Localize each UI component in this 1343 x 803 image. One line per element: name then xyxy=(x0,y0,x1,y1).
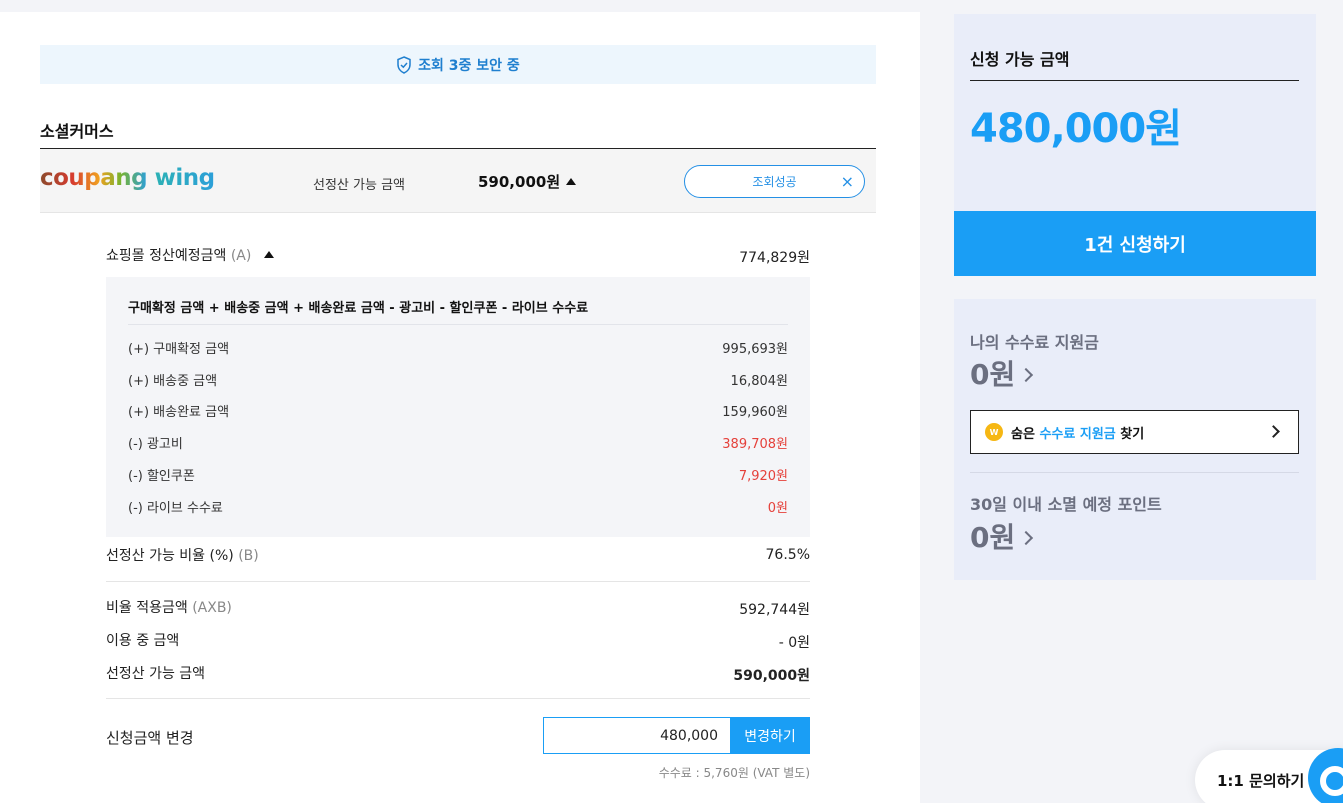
caret-up-icon[interactable] xyxy=(566,178,577,185)
available-amount-value: 590,000원 xyxy=(478,173,561,191)
apply-available-label: 신청 가능 금액 xyxy=(970,50,1070,69)
breakdown-label: (+) 배송중 금액 xyxy=(128,374,218,389)
divider xyxy=(106,581,810,582)
settlement-value: 774,829원 xyxy=(739,250,810,266)
apply-summary-card: 신청 가능 금액 480,000원 1건 신청하기 xyxy=(954,14,1316,276)
security-text: 조회 3중 보안 중 xyxy=(418,57,520,74)
breakdown-row: (+) 배송중 금액 16,804원 xyxy=(128,370,788,389)
chevron-right-icon xyxy=(1267,425,1280,438)
applied-suffix: (AXB) xyxy=(192,600,232,616)
fee-support-label: 나의 수수료 지원금 xyxy=(970,333,1099,352)
applied-row: 비율 적용금액 (AXB) 592,744원 xyxy=(106,597,810,618)
hidden-text-highlight: 수수료 지원금 xyxy=(1039,426,1116,442)
section-title: 소셜커머스 xyxy=(40,122,114,141)
breakdown-value: 7,920원 xyxy=(738,469,788,484)
hidden-text-post: 찾기 xyxy=(1115,426,1145,442)
fee-note: 수수료 : 5,760원 (VAT 별도) xyxy=(658,766,810,780)
breakdown-value: 995,693원 xyxy=(722,342,788,357)
breakdown-label: (-) 할인쿠폰 xyxy=(128,469,195,484)
breakdown-row: (+) 배송완료 금액 159,960원 xyxy=(128,401,788,420)
fee-support-amount: 0원 xyxy=(970,358,1016,391)
change-amount-input[interactable] xyxy=(543,717,730,754)
breakdown-row: (-) 광고비 389,708원 xyxy=(128,433,788,452)
apply-button[interactable]: 1건 신청하기 xyxy=(954,211,1316,276)
main-panel: 조회 3중 보안 중 소셜커머스 coupang wing 선정산 가능 금액 … xyxy=(0,12,920,803)
ratio-suffix: (B) xyxy=(238,548,259,564)
expiring-points-label: 30일 이내 소멸 예정 포인트 xyxy=(970,495,1162,514)
coupang-wing-logo: coupang wing xyxy=(40,165,215,191)
breakdown-divider xyxy=(128,324,788,325)
hidden-text-pre: 숨은 xyxy=(1011,426,1040,442)
shield-check-icon xyxy=(397,55,411,74)
inquiry-label: 1:1 문의하기 xyxy=(1217,771,1305,790)
breakdown-value: 0원 xyxy=(767,501,788,516)
change-amount-label: 신청금액 변경 xyxy=(106,729,194,747)
coin-icon: W xyxy=(985,423,1003,441)
chevron-right-icon[interactable] xyxy=(1019,530,1034,546)
breakdown-value: 16,804원 xyxy=(730,374,788,389)
ratio-row: 선정산 가능 비율 (%) (B) 76.5% xyxy=(106,545,810,565)
apply-available-amount: 480,000원 xyxy=(970,106,1182,152)
settlement-row: 쇼핑몰 정산예정금액 (A) 774,829원 xyxy=(106,245,810,266)
applied-label: 비율 적용금액 xyxy=(106,600,188,616)
inuse-label: 이용 중 금액 xyxy=(106,633,180,649)
final-label: 선정산 가능 금액 xyxy=(106,666,206,682)
breakdown-value: 389,708원 xyxy=(722,437,788,452)
seller-row: coupang wing 선정산 가능 금액 590,000원 조회성공 × xyxy=(40,148,876,213)
breakdown-label: (+) 배송완료 금액 xyxy=(128,405,230,420)
breakdown-label: (+) 구매확정 금액 xyxy=(128,342,230,357)
chevron-right-icon[interactable] xyxy=(1019,367,1034,383)
inuse-value: - 0원 xyxy=(778,635,810,651)
inuse-row: 이용 중 금액 - 0원 xyxy=(106,630,810,651)
breakdown-formula: 구매확정 금액 + 배송중 금액 + 배송완료 금액 - 광고비 - 할인쿠폰 … xyxy=(128,301,589,316)
logo-part-coupang: coupang xyxy=(40,165,148,191)
divider xyxy=(970,472,1299,473)
status-pill[interactable]: 조회성공 × xyxy=(684,165,865,198)
expiring-points-value[interactable]: 0원 xyxy=(970,516,1034,556)
final-row: 선정산 가능 금액 590,000원 xyxy=(106,663,810,684)
fee-support-value[interactable]: 0원 xyxy=(970,353,1034,393)
change-button[interactable]: 변경하기 xyxy=(730,717,810,754)
hidden-fee-support-button[interactable]: W 숨은 수수료 지원금 찾기 xyxy=(970,410,1299,454)
available-amount[interactable]: 590,000원 xyxy=(478,171,577,192)
caret-up-icon[interactable] xyxy=(263,251,274,258)
logo-part-wing: wing xyxy=(147,165,215,191)
divider xyxy=(970,80,1299,81)
security-banner: 조회 3중 보안 중 xyxy=(40,45,876,84)
breakdown-row: (+) 구매확정 금액 995,693원 xyxy=(128,338,788,357)
breakdown-panel: 구매확정 금액 + 배송중 금액 + 배송완료 금액 - 광고비 - 할인쿠폰 … xyxy=(106,277,810,537)
settlement-suffix: (A) xyxy=(230,248,252,264)
ratio-label: 선정산 가능 비율 (%) xyxy=(106,548,234,564)
available-label: 선정산 가능 금액 xyxy=(313,178,405,193)
status-text: 조회성공 xyxy=(752,175,797,189)
settlement-label: 쇼핑몰 정산예정금액 xyxy=(106,248,227,264)
close-icon[interactable]: × xyxy=(841,172,854,191)
breakdown-row: (-) 할인쿠폰 7,920원 xyxy=(128,465,788,484)
breakdown-value: 159,960원 xyxy=(722,405,788,420)
final-value: 590,000원 xyxy=(733,668,810,684)
breakdown-row: (-) 라이브 수수료 0원 xyxy=(128,497,788,516)
breakdown-label: (-) 광고비 xyxy=(128,437,183,452)
divider xyxy=(106,698,810,699)
ratio-value: 76.5% xyxy=(765,547,810,563)
applied-value: 592,744원 xyxy=(739,602,810,618)
expiring-points-amount: 0원 xyxy=(970,521,1016,554)
benefits-card: 나의 수수료 지원금 0원 W 숨은 수수료 지원금 찾기 30일 이내 소멸 … xyxy=(954,299,1316,580)
breakdown-label: (-) 라이브 수수료 xyxy=(128,501,223,516)
